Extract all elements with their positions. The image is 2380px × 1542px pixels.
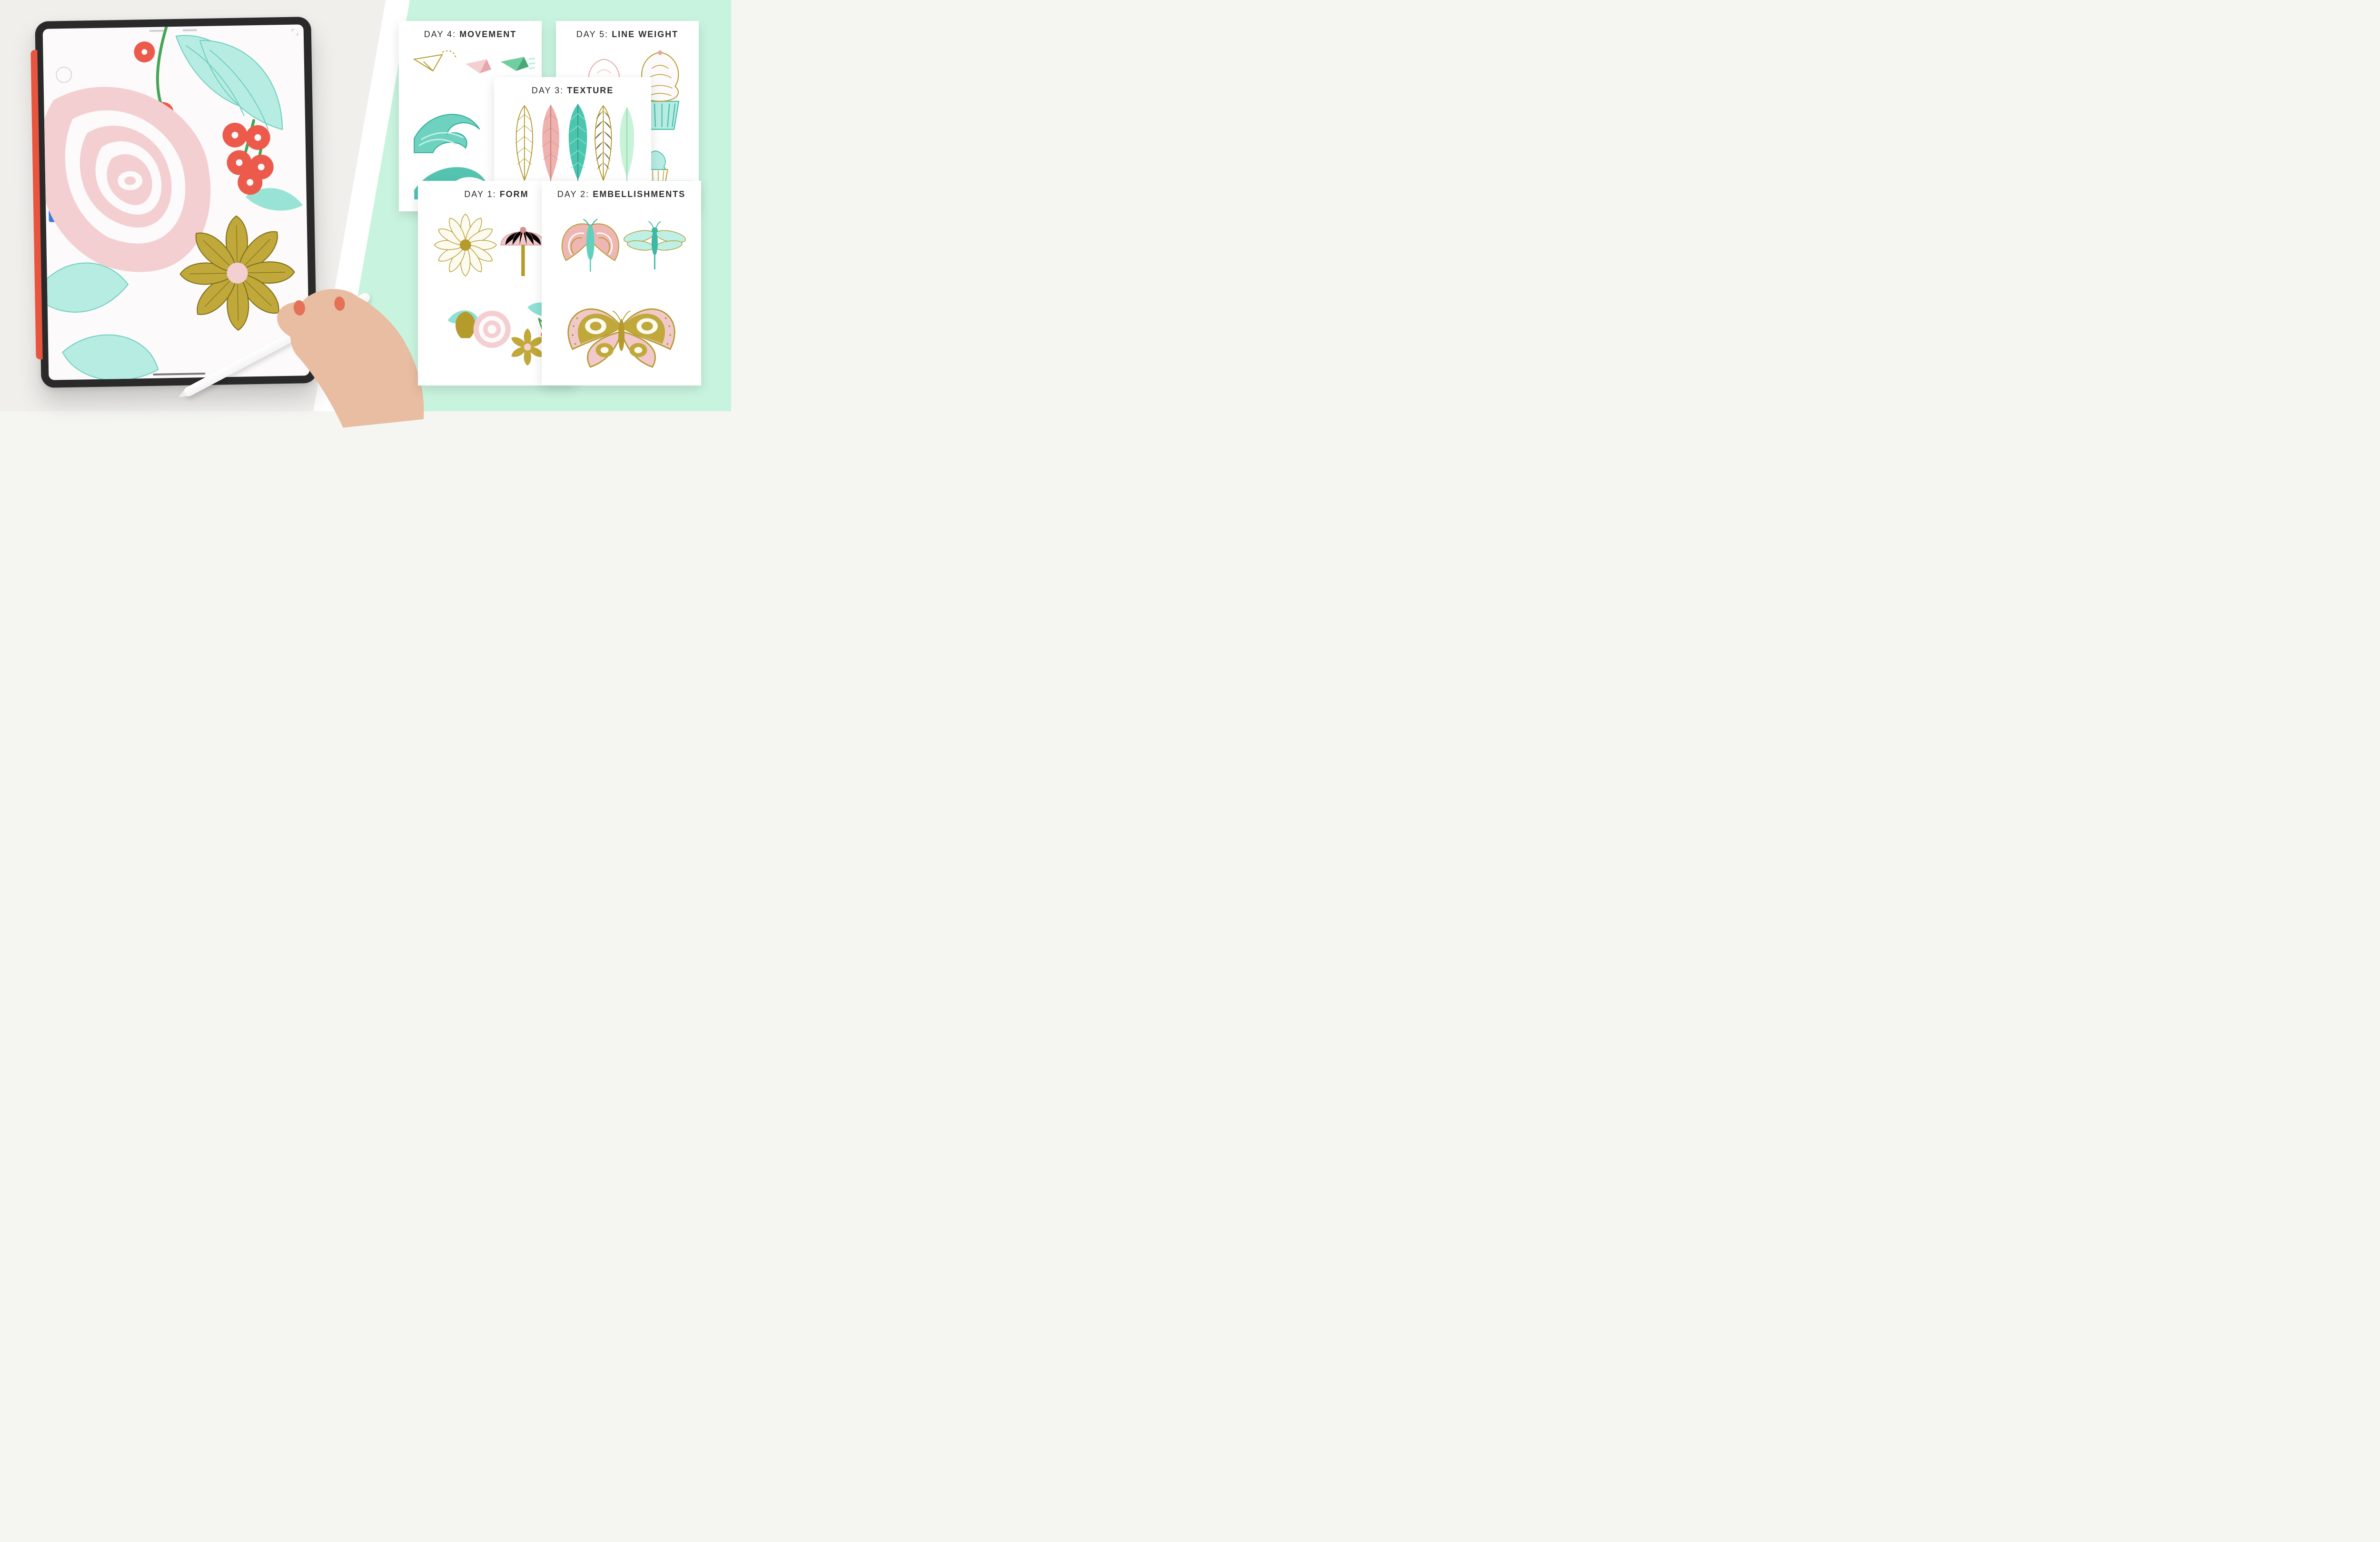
left-panel-ipad-scene	[0, 0, 380, 411]
card-prefix: DAY 3:	[532, 86, 564, 95]
card-keyword: TEXTURE	[567, 86, 614, 95]
card-title: DAY 5: LINE WEIGHT	[563, 30, 692, 40]
card-keyword: MOVEMENT	[459, 30, 516, 39]
card-keyword: EMBELLISHMENTS	[593, 189, 685, 199]
embellishments-illustration	[548, 205, 694, 374]
card-keyword: FORM	[500, 189, 529, 199]
card-prefix: DAY 5:	[576, 30, 608, 39]
card-title: DAY 4: MOVEMENT	[406, 30, 535, 40]
card-keyword: LINE WEIGHT	[612, 30, 678, 39]
card-prefix: DAY 2:	[557, 189, 589, 199]
right-panel-worksheet-cards: DAY 4: MOVEMENT	[366, 0, 731, 411]
card-prefix: DAY 4:	[424, 30, 456, 39]
card-day2-embellishments: DAY 2: EMBELLISHMENTS	[542, 181, 701, 386]
card-title: DAY 3: TEXTURE	[501, 86, 645, 96]
card-title: DAY 2: EMBELLISHMENTS	[548, 189, 694, 199]
card-prefix: DAY 1:	[464, 189, 496, 199]
texture-illustration	[501, 101, 645, 189]
